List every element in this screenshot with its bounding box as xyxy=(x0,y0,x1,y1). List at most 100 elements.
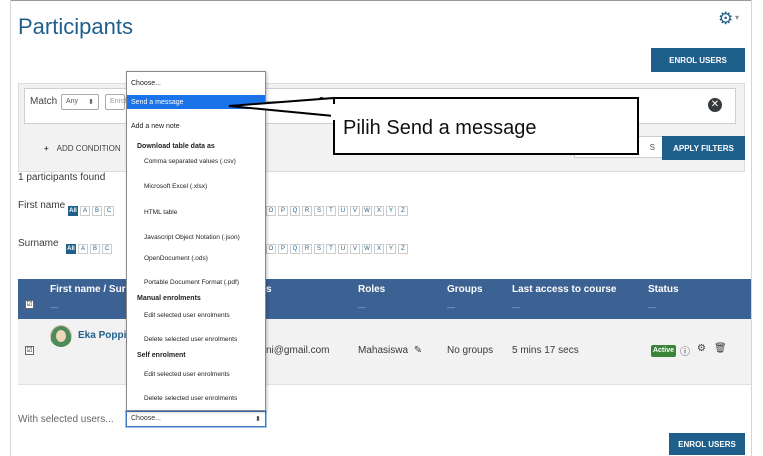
surname-letter[interactable]: W xyxy=(362,244,372,254)
dropdown-group-manual: Manual enrolments xyxy=(137,295,201,302)
pencil-icon[interactable]: ✎ xyxy=(414,345,422,356)
firstname-letter[interactable]: B xyxy=(92,206,102,216)
row-checkbox[interactable]: ☑ xyxy=(25,346,34,355)
surname-letter[interactable]: V xyxy=(350,244,360,254)
info-icon[interactable]: ⓘ xyxy=(680,343,690,358)
surname-filter-label: Surname xyxy=(18,238,59,249)
enrol-users-button-bottom[interactable]: ENROL USERS xyxy=(669,433,745,455)
remove-condition-icon[interactable]: ✕ xyxy=(708,98,722,112)
dropdown-option-delete-self[interactable]: Delete selected user enrolments xyxy=(144,395,237,402)
dropdown-option-csv[interactable]: Comma separated values (.csv) xyxy=(144,158,236,165)
surname-letter[interactable]: P xyxy=(278,244,288,254)
surname-letter[interactable]: Y xyxy=(386,244,396,254)
col-sort-dash: — xyxy=(648,303,656,312)
col-header-name[interactable]: First name / Sur xyxy=(50,284,126,295)
col-sort-dash: — xyxy=(447,303,455,312)
gear-icon[interactable]: ⚙ xyxy=(697,343,706,354)
surname-letter[interactable]: S xyxy=(314,244,324,254)
dropdown-option-edit-self[interactable]: Edit selected user enrolments xyxy=(144,371,230,378)
surname-letter[interactable]: B xyxy=(90,244,100,254)
page-title: Participants xyxy=(18,14,133,39)
col-header-groups[interactable]: Groups xyxy=(447,284,483,295)
participants-count: 1 participants found xyxy=(18,172,106,183)
surname-letter[interactable]: C xyxy=(102,244,112,254)
dropdown-option-ods[interactable]: OpenDocument (.ods) xyxy=(144,255,208,262)
participant-role: Mahasiswa ✎ xyxy=(358,345,422,356)
plus-icon: + xyxy=(44,144,49,153)
dropdown-group-self: Self enrolment xyxy=(137,352,186,359)
avatar xyxy=(50,325,72,347)
firstname-all[interactable]: All xyxy=(68,206,78,216)
dropdown-group-download: Download table data as xyxy=(137,143,215,150)
callout-joint-mask xyxy=(331,104,337,120)
col-sort-dash: — xyxy=(512,303,520,312)
select-arrows-icon: ⬍ xyxy=(88,99,94,106)
surname-letters-right: OPQRSTUVWXYZ xyxy=(266,237,410,255)
dropdown-option-pdf[interactable]: Portable Document Format (.pdf) xyxy=(144,279,239,286)
surname-all[interactable]: All xyxy=(66,244,76,254)
surname-letter[interactable]: U xyxy=(338,244,348,254)
left-border xyxy=(10,0,11,456)
firstname-letter[interactable]: W xyxy=(362,206,372,216)
col-sort-dash: — xyxy=(358,303,366,312)
dropdown-option-html[interactable]: HTML table xyxy=(144,209,177,216)
match-select[interactable]: Any ⬍ xyxy=(61,94,99,110)
firstname-letter[interactable]: O xyxy=(266,206,276,216)
select-all-checkbox[interactable]: ☑ xyxy=(25,300,34,309)
firstname-letter[interactable]: Z xyxy=(398,206,408,216)
select-arrows-icon: ⬍ xyxy=(255,416,261,423)
participant-last-access: 5 mins 17 secs xyxy=(512,345,579,356)
add-condition-label: ADD CONDITION xyxy=(56,144,121,153)
bulk-action-select[interactable]: Choose... ⬍ xyxy=(126,411,266,427)
firstname-letter[interactable]: R xyxy=(302,206,312,216)
dropdown-option-edit-manual[interactable]: Edit selected user enrolments xyxy=(144,312,230,319)
trash-icon[interactable]: 🗑 xyxy=(714,343,727,354)
firstname-letter[interactable]: Q xyxy=(290,206,300,216)
participant-name[interactable]: Eka Poppi xyxy=(78,330,126,341)
surname-letter[interactable]: X xyxy=(374,244,384,254)
firstname-letter[interactable]: S xyxy=(314,206,324,216)
match-label: Match xyxy=(30,96,58,107)
col-header-status[interactable]: Status xyxy=(648,284,679,295)
surname-letters-left: All A B C xyxy=(66,237,114,255)
field-select[interactable]: Enrol xyxy=(105,94,126,110)
add-condition-button[interactable]: + ADD CONDITION xyxy=(44,144,121,153)
firstname-letter[interactable]: T xyxy=(326,206,336,216)
firstname-letter[interactable]: Y xyxy=(386,206,396,216)
chevron-down-icon[interactable]: ▾ xyxy=(735,13,739,22)
firstname-letter[interactable]: V xyxy=(350,206,360,216)
right-border xyxy=(751,0,752,456)
enrol-users-button-top[interactable]: ENROL USERS xyxy=(651,48,745,72)
apply-filters-button[interactable]: APPLY FILTERS xyxy=(662,136,745,160)
firstname-letter[interactable]: U xyxy=(338,206,348,216)
col-header-email[interactable]: s xyxy=(266,284,272,295)
firstname-letter[interactable]: A xyxy=(80,206,90,216)
participant-groups: No groups xyxy=(447,345,494,356)
status-badge: Active xyxy=(651,345,676,357)
bulk-select-value: Choose... xyxy=(131,415,161,422)
col-header-roles[interactable]: Roles xyxy=(358,284,385,295)
dropdown-option-json[interactable]: Javascript Object Notation (.json) xyxy=(144,234,240,241)
dropdown-option-add-note[interactable]: Add a new note xyxy=(131,123,180,130)
firstname-letter[interactable]: P xyxy=(278,206,288,216)
firstname-letter[interactable]: X xyxy=(374,206,384,216)
dropdown-option-send-message[interactable]: Send a message xyxy=(131,99,184,106)
dropdown-option-xlsx[interactable]: Microsoft Excel (.xlsx) xyxy=(144,183,207,190)
dropdown-option-delete-manual[interactable]: Delete selected user enrolments xyxy=(144,336,237,343)
participant-email: ni@gmail.com xyxy=(266,345,330,356)
top-border xyxy=(10,0,751,1)
callout-text: Pilih Send a message xyxy=(343,117,537,139)
col-header-last-access[interactable]: Last access to course xyxy=(512,284,617,295)
surname-letter[interactable]: T xyxy=(326,244,336,254)
firstname-letter[interactable]: C xyxy=(104,206,114,216)
surname-letter[interactable]: A xyxy=(78,244,88,254)
surname-letter[interactable]: Z xyxy=(398,244,408,254)
surname-letter[interactable]: O xyxy=(266,244,276,254)
callout-pointer-shape xyxy=(228,96,335,118)
dropdown-option-choose[interactable]: Choose... xyxy=(131,80,161,87)
with-selected-label: With selected users... xyxy=(18,414,114,425)
surname-letter[interactable]: R xyxy=(302,244,312,254)
surname-letter[interactable]: Q xyxy=(290,244,300,254)
gear-icon[interactable]: ⚙ xyxy=(718,9,733,29)
firstname-letters-left: All A B C xyxy=(68,199,116,217)
